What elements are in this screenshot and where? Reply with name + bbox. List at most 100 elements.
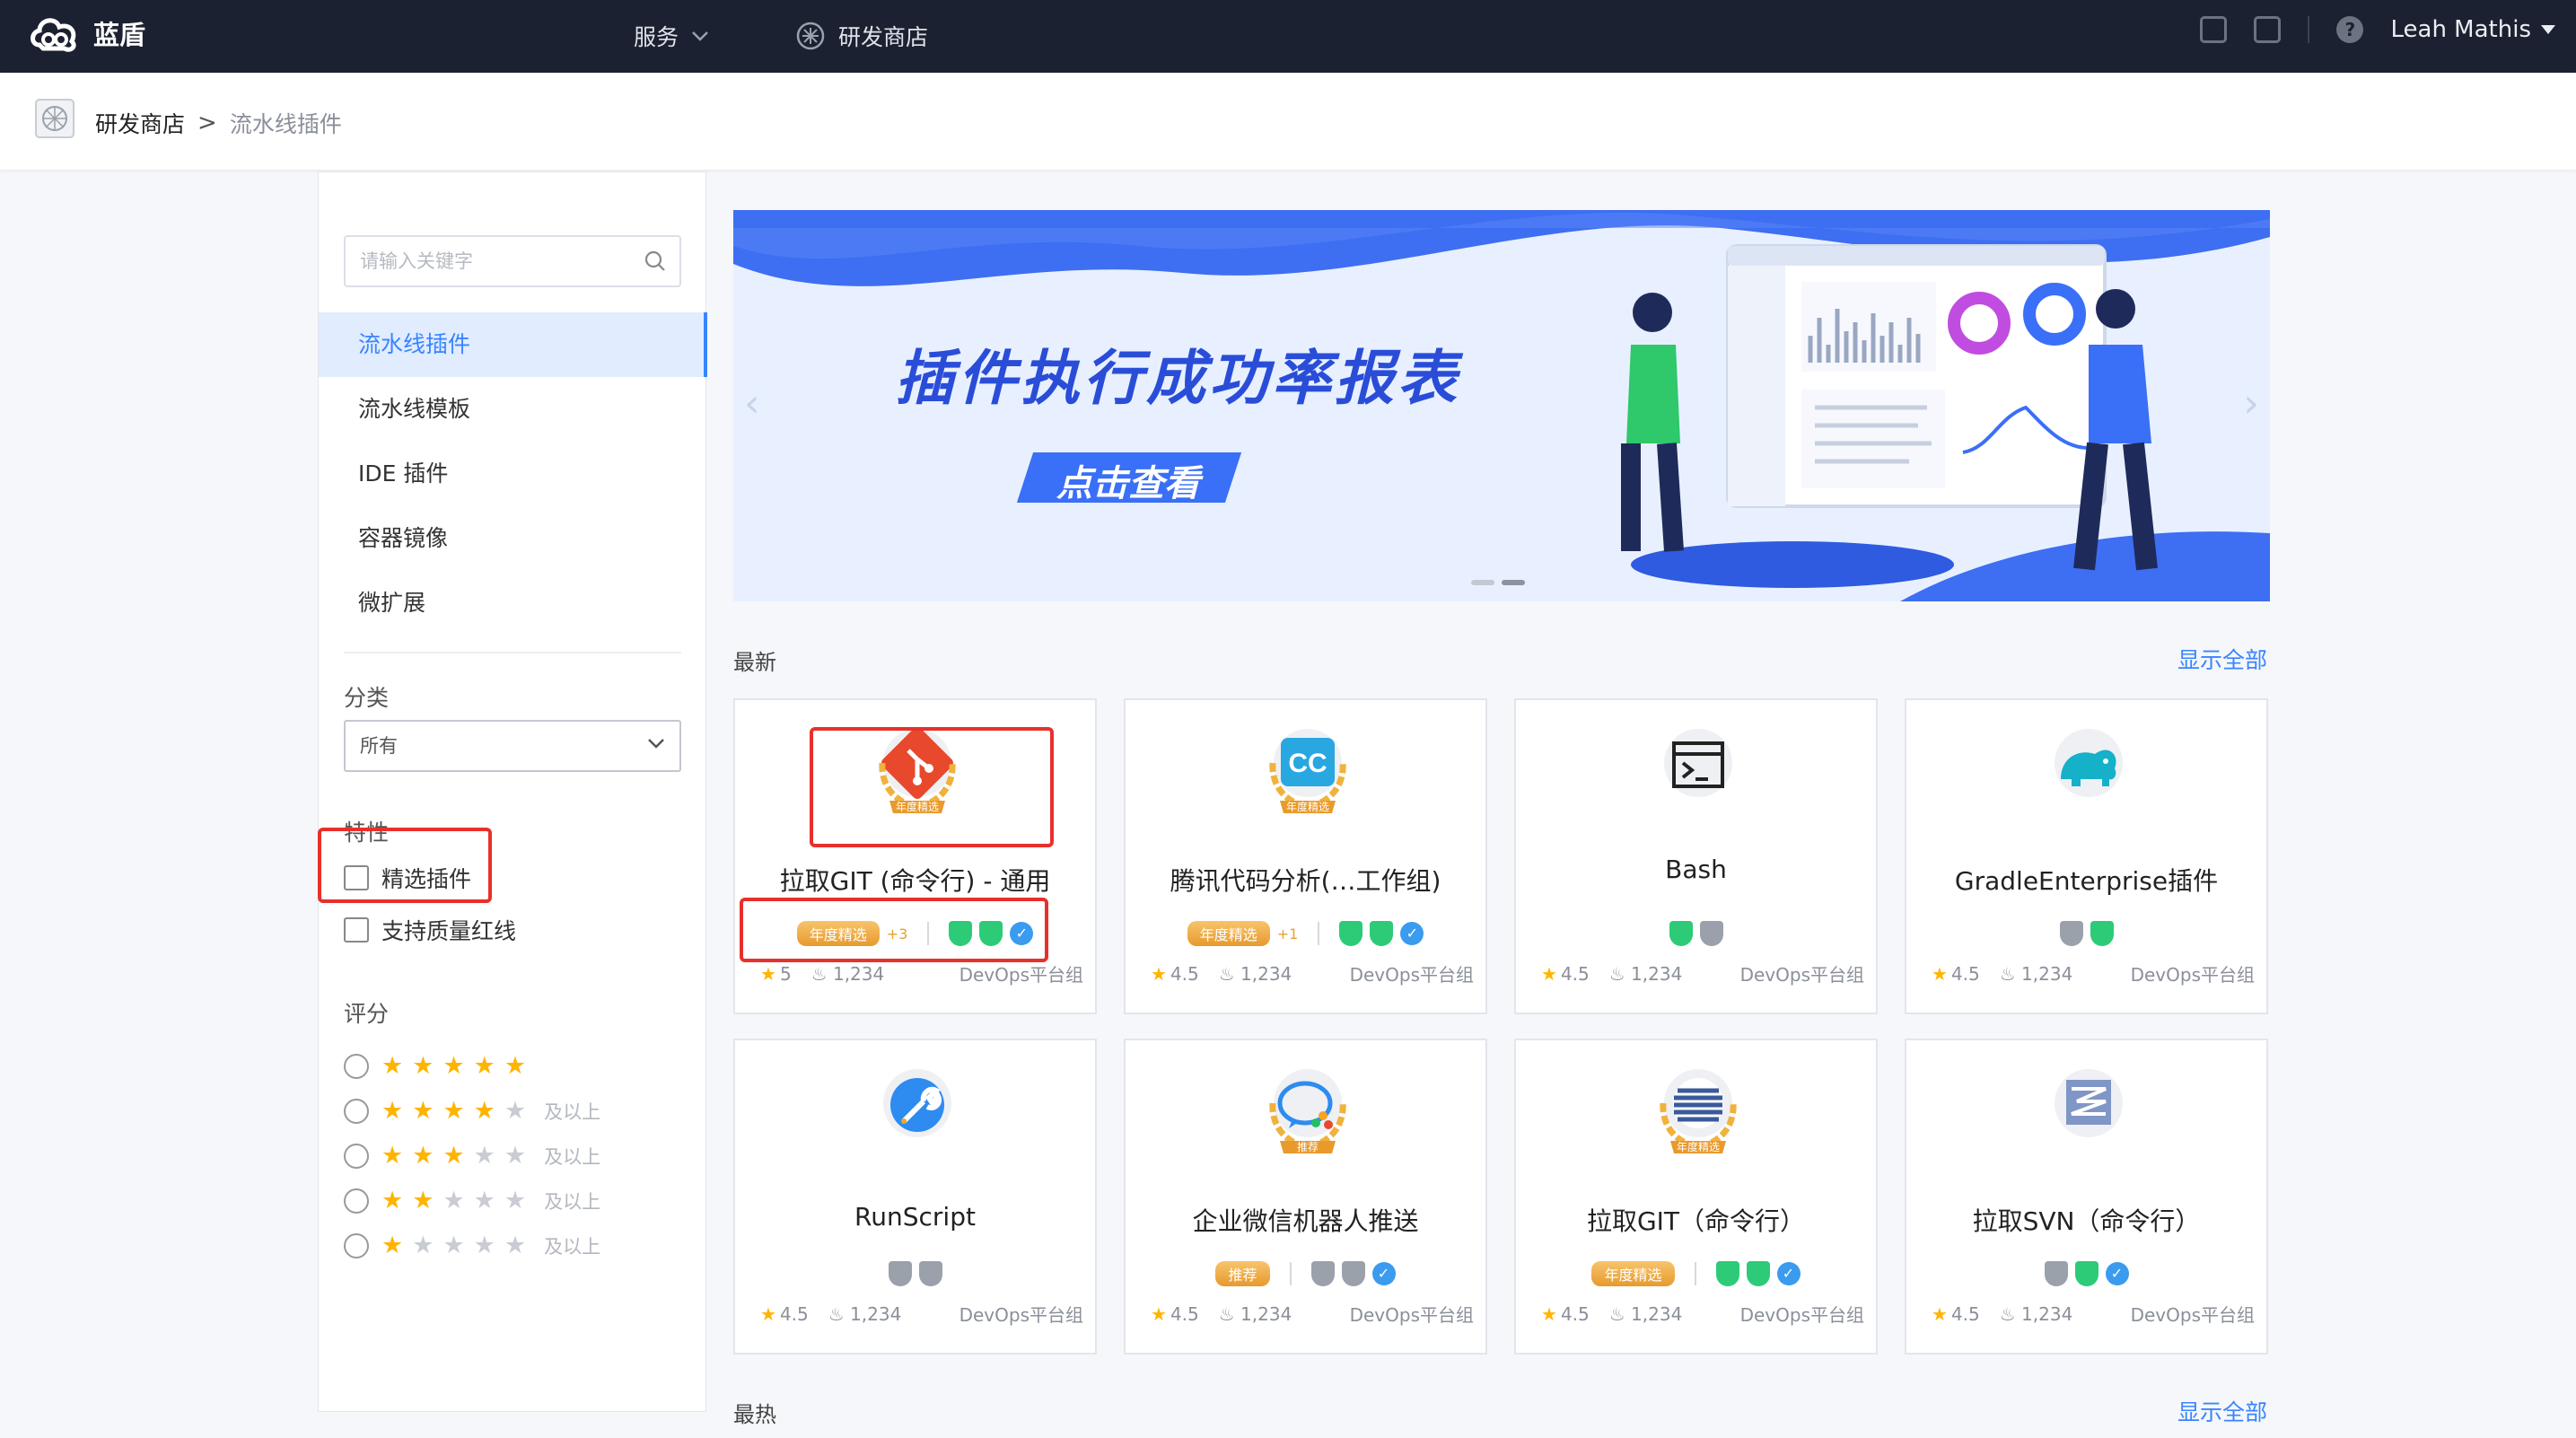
quality-gate-checkbox[interactable]: 支持质量红线: [344, 914, 516, 946]
category-select[interactable]: 所有: [344, 720, 681, 772]
plugin-downloads: ♨ 1,234: [1609, 963, 1683, 985]
menu-pipeline-plugins[interactable]: 流水线插件: [319, 312, 707, 377]
fullscreen-icon[interactable]: [2254, 16, 2282, 43]
flame-icon: ♨: [1218, 1302, 1235, 1325]
nav-services[interactable]: 服务: [634, 20, 709, 52]
plugin-rating: ★ 4.5: [1151, 963, 1199, 985]
radio-button[interactable]: [344, 1053, 369, 1079]
verified-icon: ✓: [1371, 1262, 1396, 1285]
banner-next-arrow[interactable]: ›: [2243, 381, 2259, 426]
banner-cta-label: 点击查看: [1056, 463, 1200, 504]
plugin-owner: DevOps平台组: [1349, 964, 1474, 986]
banner-dot[interactable]: [1471, 580, 1494, 585]
tag-divider: [1289, 1262, 1292, 1285]
rating-value: 4.5: [1170, 1302, 1199, 1325]
menu-micro-extensions[interactable]: 微扩展: [319, 571, 707, 636]
banner-prev-arrow[interactable]: ‹: [744, 381, 760, 426]
rating-option-3[interactable]: ★ ★ ★ ★ ★ 及以上: [344, 1142, 600, 1170]
svn-icon: [2030, 1057, 2147, 1173]
download-count: 1,234: [2021, 962, 2073, 985]
menu-pipeline-templates[interactable]: 流水线模板: [319, 377, 707, 442]
plugin-card[interactable]: GradleEnterprise插件 ★ 4.5 ♨ 1,234 DevOps平台组: [1905, 698, 2268, 1014]
plugin-tags: ✓: [1906, 1261, 2266, 1286]
rating-value: 4.5: [1560, 962, 1590, 985]
app-logo[interactable]: 蓝盾: [29, 11, 145, 56]
radio-button[interactable]: [344, 1143, 369, 1169]
plugin-meta: ★ 4.5 ♨ 1,234 DevOps平台组: [1541, 1301, 1864, 1327]
plugin-meta: ★ 4.5 ♨ 1,234 DevOps平台组: [1151, 1301, 1474, 1327]
rating-suffix: 及以上: [544, 1100, 601, 1123]
store-icon: [796, 22, 825, 50]
promo-banner[interactable]: 插件执行成功率报表 点击查看 ‹ ›: [733, 210, 2270, 601]
plugin-owner: DevOps平台组: [2130, 1304, 2255, 1326]
plugin-owner: DevOps平台组: [959, 964, 1083, 986]
rating-suffix: 及以上: [544, 1145, 601, 1168]
menu-ide-plugins[interactable]: IDE 插件: [319, 442, 707, 506]
sla-shield-icon: [1370, 921, 1394, 946]
plugin-name: 拉取GIT (命令行) - 通用: [779, 866, 1051, 896]
cc-icon: CC 年度精选: [1249, 716, 1366, 833]
rating-value: 4.5: [1170, 962, 1199, 985]
plugin-name: GradleEnterprise插件: [1954, 866, 2219, 896]
terminal-icon: [1640, 716, 1757, 833]
download-count: 1,234: [1240, 962, 1292, 985]
plugin-card[interactable]: 拉取SVN（命令行） ✓ ★ 4.5 ♨ 1,234 DevOps平台组: [1905, 1039, 2268, 1355]
verified-icon: ✓: [1400, 922, 1424, 945]
breadcrumb-store[interactable]: 研发商店: [95, 107, 185, 139]
highlight-featured-icon: [810, 727, 1054, 847]
section-hot-title: 最热: [733, 1402, 776, 1427]
plugin-card[interactable]: CC 年度精选 腾讯代码分析(…工作组) 年度精选 +1 ✓ ★ 4.5 ♨ 1,234 DevO…: [1124, 698, 1487, 1014]
menu-container-images[interactable]: 容器镜像: [319, 506, 707, 571]
breadcrumb: 研发商店 > 流水线插件: [95, 107, 342, 139]
checkbox-box[interactable]: [344, 917, 369, 943]
radio-button[interactable]: [344, 1188, 369, 1214]
search-icon[interactable]: [644, 250, 667, 273]
plugin-downloads: ♨ 1,234: [1219, 963, 1292, 985]
sla-shield-icon: [2074, 1261, 2098, 1286]
security-shield-icon: [2059, 921, 2083, 946]
section-hot-show-all[interactable]: 显示全部: [2177, 1395, 2267, 1427]
toolbar-divider: [2308, 16, 2310, 43]
rating-option-4[interactable]: ★ ★ ★ ★ ★ 及以上: [344, 1097, 600, 1125]
plugin-card[interactable]: 推荐 企业微信机器人推送 推荐 ✓ ★ 4.5 ♨ 1,234 DevOps平台组: [1124, 1039, 1487, 1355]
plugin-card[interactable]: RunScript ★ 4.5 ♨ 1,234 DevOps平台组: [733, 1039, 1097, 1355]
radio-button[interactable]: [344, 1232, 369, 1258]
rating-option-2[interactable]: ★ ★ ★ ★ ★ 及以上: [344, 1187, 600, 1214]
user-menu[interactable]: Leah Mathis: [2390, 16, 2556, 43]
star-icon: ★: [1151, 962, 1167, 985]
svg-text:CC: CC: [1288, 749, 1327, 778]
plugin-owner: DevOps平台组: [1739, 964, 1864, 986]
download-count: 1,234: [850, 1302, 902, 1325]
rating-option-5[interactable]: ★ ★ ★ ★ ★: [344, 1052, 544, 1080]
star-icon: ★: [1151, 1302, 1167, 1325]
section-latest-show-all[interactable]: 显示全部: [2177, 643, 2267, 675]
star-icon: ★: [760, 1302, 776, 1325]
top-navbar: 蓝盾 服务 研发商店 ? Leah Mathis: [0, 0, 2576, 73]
radio-button[interactable]: [344, 1098, 369, 1124]
wrench-icon: [859, 1057, 976, 1173]
flame-icon: ♨: [1608, 962, 1625, 985]
star-icon: ★: [1541, 962, 1557, 985]
console-icon[interactable]: [2200, 16, 2228, 43]
plugin-card[interactable]: 年度精选 拉取GIT（命令行） 年度精选 ✓ ★ 4.5 ♨ 1,234 DevOps平台组: [1514, 1039, 1878, 1355]
user-name: Leah Mathis: [2390, 16, 2531, 43]
search-input[interactable]: 请输入关键字: [344, 235, 681, 287]
rating-value: 4.5: [779, 1302, 809, 1325]
svg-text:年度精选: 年度精选: [1286, 800, 1329, 813]
download-count: 1,234: [1631, 962, 1683, 985]
plugin-name: RunScript: [854, 1202, 976, 1232]
flame-icon: ♨: [810, 962, 828, 985]
more-tags-count[interactable]: +1: [1277, 925, 1299, 943]
rating-suffix: 及以上: [544, 1235, 601, 1258]
svg-text:年度精选: 年度精选: [1677, 1140, 1720, 1153]
plugin-rating: ★ 4.5: [1541, 1303, 1590, 1325]
caret-down-icon: [2541, 25, 2555, 34]
chevron-down-icon: [648, 739, 664, 749]
help-icon[interactable]: ?: [2336, 16, 2364, 43]
rating-option-1[interactable]: ★ ★ ★ ★ ★ 及以上: [344, 1232, 600, 1259]
sla-shield-icon: [1699, 921, 1723, 946]
plugin-card[interactable]: Bash ★ 4.5 ♨ 1,234 DevOps平台组: [1514, 698, 1878, 1014]
nav-dev-store[interactable]: 研发商店: [795, 20, 928, 52]
plugin-meta: ★ 4.5 ♨ 1,234 DevOps平台组: [1932, 1301, 2255, 1327]
banner-dot-active[interactable]: [1502, 580, 1525, 585]
